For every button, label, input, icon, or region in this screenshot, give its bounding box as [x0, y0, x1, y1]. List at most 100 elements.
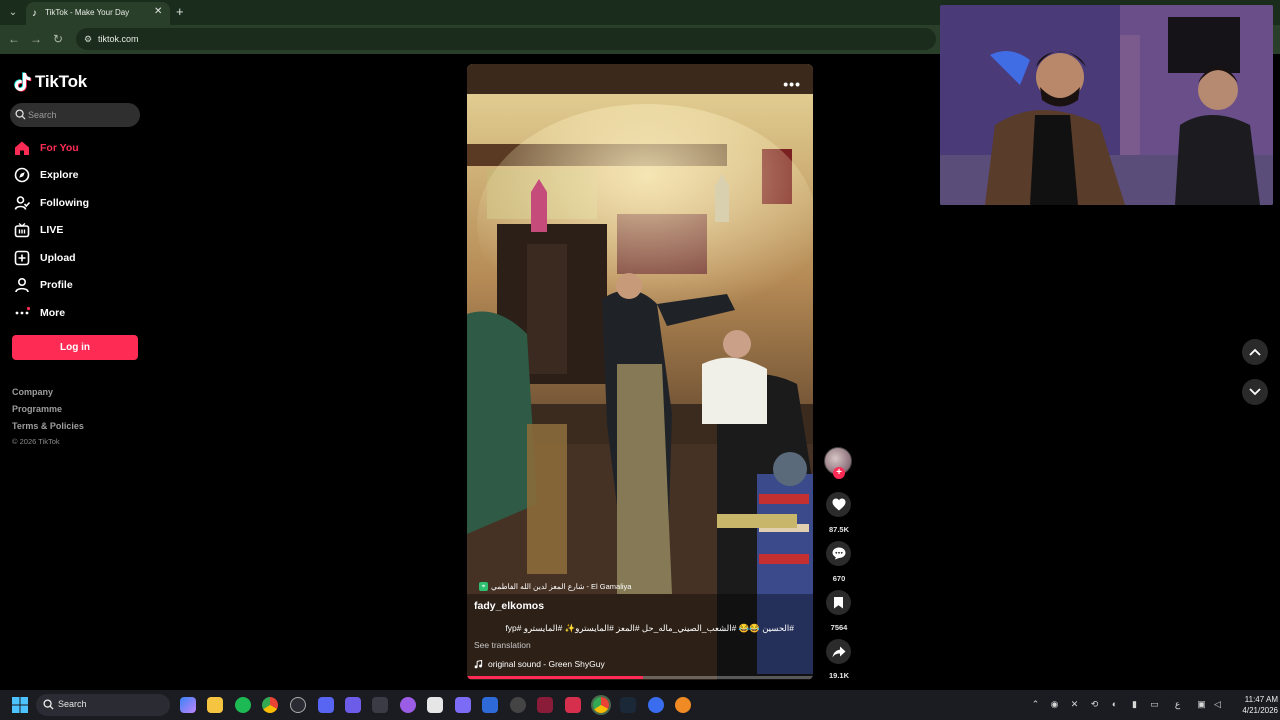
nav-for-you[interactable]: For You — [14, 138, 79, 158]
video-player[interactable]: ••• ⌖ شارع المعز لدين الله الفاطمي - El … — [467, 64, 813, 680]
app-icon[interactable] — [372, 697, 388, 713]
tray-mic-icon[interactable]: ▮ — [1129, 699, 1140, 710]
music-note-icon — [474, 659, 483, 668]
new-tab-icon[interactable]: + — [176, 4, 184, 20]
follow-plus-icon[interactable]: + — [833, 467, 845, 479]
windows-start-icon[interactable] — [12, 697, 28, 713]
live-icon — [14, 222, 30, 238]
compass-icon — [14, 167, 30, 183]
next-video-button[interactable] — [1242, 379, 1268, 405]
tiktok-favicon-icon: ♪ — [32, 8, 37, 19]
tab-search-icon[interactable]: ⌄ — [4, 4, 22, 22]
more-icon — [14, 305, 30, 321]
footer-link-programme[interactable]: Programme — [12, 404, 62, 414]
share-button[interactable] — [826, 639, 851, 664]
url-text: tiktok.com — [98, 34, 139, 44]
nav-explore[interactable]: Explore — [14, 165, 79, 185]
discord-icon[interactable] — [318, 697, 334, 713]
search-input[interactable] — [28, 106, 133, 124]
tab-close-icon[interactable]: ✕ — [154, 6, 162, 17]
save-button[interactable] — [826, 590, 851, 615]
video-progress-bar[interactable] — [467, 676, 813, 679]
clock-date: 4/21/2026 — [1242, 706, 1278, 715]
sidebar: TikTok For You Explore Following LIVE — [0, 54, 150, 690]
tiktok-logo[interactable]: TikTok — [14, 70, 87, 94]
app-icon[interactable] — [675, 697, 691, 713]
taskbar-search[interactable]: Search — [36, 694, 170, 716]
nav-label: Following — [40, 197, 89, 209]
tray-volume-icon[interactable]: ◁ — [1212, 699, 1223, 710]
back-icon[interactable]: ← — [6, 31, 22, 47]
steam-icon[interactable] — [620, 697, 636, 713]
tray-keyboard-icon[interactable]: ▭ — [1149, 699, 1160, 710]
app-icon[interactable] — [482, 697, 498, 713]
logo-text: TikTok — [35, 72, 88, 91]
chrome-icon[interactable] — [262, 697, 278, 713]
chevron-up-icon — [1249, 348, 1261, 356]
app-icon[interactable] — [400, 697, 416, 713]
app-icon[interactable] — [565, 697, 581, 713]
location-pin-icon: ⌖ — [479, 581, 488, 591]
tray-language-icon[interactable]: ع — [1172, 699, 1183, 710]
bookmark-icon — [834, 597, 843, 609]
site-info-icon[interactable]: ⚙ — [82, 33, 94, 45]
taskbar-search-icon — [43, 699, 54, 710]
chrome-active-icon[interactable] — [593, 697, 609, 713]
nav-label: For You — [40, 142, 79, 154]
nav-upload[interactable]: Upload — [14, 248, 76, 268]
video-username[interactable]: fady_elkomos — [474, 600, 544, 612]
search-icon — [15, 109, 26, 120]
tray-app-icon[interactable]: ✕ — [1069, 699, 1080, 710]
tab-title: TikTok - Make Your Day — [45, 8, 130, 17]
app-icon[interactable] — [510, 697, 526, 713]
comment-button[interactable] — [826, 541, 851, 566]
clock-time: 11:47 AM — [1244, 695, 1278, 704]
tray-discord-icon[interactable]: ◐ — [1109, 699, 1120, 710]
footer-link-company[interactable]: Company — [12, 387, 53, 397]
location-text: شارع المعز لدين الله الفاطمي - El Gamali… — [491, 581, 632, 591]
app-icon[interactable] — [537, 697, 553, 713]
address-bar[interactable]: ⚙ tiktok.com — [76, 28, 936, 50]
previous-video-button[interactable] — [1242, 339, 1268, 365]
tray-network-icon[interactable]: ▣ — [1196, 699, 1207, 710]
reload-icon[interactable]: ↻ — [50, 31, 66, 47]
browser-tab[interactable]: ♪ TikTok - Make Your Day ✕ — [26, 2, 170, 25]
save-count: 7564 — [830, 623, 848, 632]
nav-more[interactable]: More — [14, 303, 65, 323]
like-count: 87.5K — [828, 525, 849, 534]
heart-icon — [832, 498, 845, 511]
video-options-icon[interactable]: ••• — [783, 76, 801, 92]
search-box[interactable] — [10, 103, 140, 127]
chevron-down-icon — [1249, 388, 1261, 396]
home-icon — [14, 140, 30, 156]
webcam-overlay — [940, 5, 1273, 205]
login-button[interactable]: Log in — [12, 335, 138, 360]
store-icon[interactable] — [427, 697, 443, 713]
tray-app-icon[interactable]: ⟲ — [1089, 699, 1100, 710]
comment-icon — [832, 547, 845, 560]
nav-profile[interactable]: Profile — [14, 275, 73, 295]
like-button[interactable] — [826, 492, 851, 517]
copilot-icon[interactable] — [180, 697, 196, 713]
nav-following[interactable]: Following — [14, 193, 89, 213]
gamepad-icon[interactable] — [455, 697, 471, 713]
webcam-image — [940, 5, 1273, 205]
file-explorer-icon[interactable] — [207, 697, 223, 713]
following-icon — [14, 195, 30, 211]
location-tag[interactable]: ⌖ شارع المعز لدين الله الفاطمي - El Gama… — [479, 580, 631, 592]
sound-link[interactable]: original sound - Green ShyGuy — [474, 659, 605, 669]
forward-icon[interactable]: → — [28, 31, 44, 47]
see-translation-link[interactable]: See translation — [474, 640, 531, 650]
tray-steam-icon[interactable]: ◉ — [1049, 699, 1060, 710]
footer-link-terms[interactable]: Terms & Policies — [12, 421, 84, 431]
app-icon[interactable] — [648, 697, 664, 713]
tray-expand-icon[interactable]: ⌃ — [1030, 699, 1041, 710]
nav-label: Explore — [40, 169, 79, 181]
copyright: © 2026 TikTok — [12, 437, 60, 446]
spotify-icon[interactable] — [235, 697, 251, 713]
settings-icon[interactable] — [290, 697, 306, 713]
taskbar-clock[interactable]: 11:47 AM 4/21/2026 — [1228, 694, 1278, 716]
nav-live[interactable]: LIVE — [14, 220, 63, 240]
share-count: 19.1K — [828, 671, 849, 680]
apps-grid-icon[interactable] — [345, 697, 361, 713]
